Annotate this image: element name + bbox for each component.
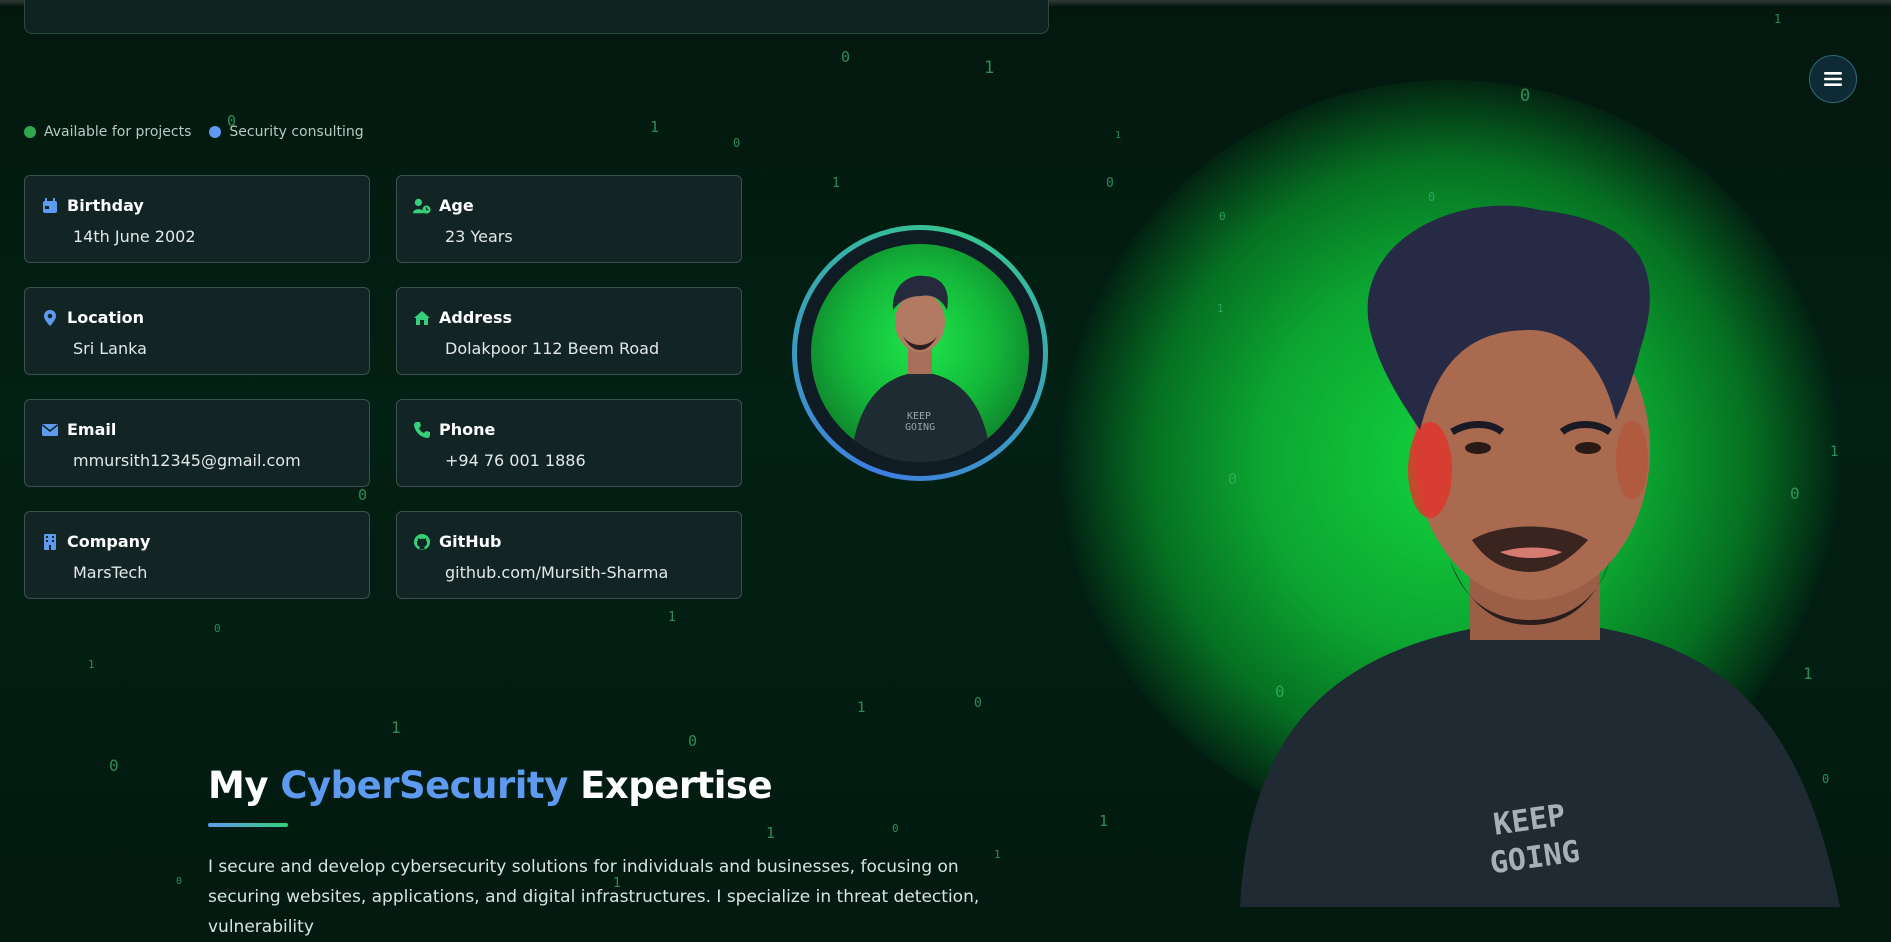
card-title: Email xyxy=(67,420,117,439)
card-value: mmursith12345@gmail.com xyxy=(73,451,301,470)
status-available: Available for projects xyxy=(24,124,191,140)
card-age: Age 23 Years xyxy=(396,175,742,263)
hero-portrait: KEEP GOING xyxy=(1240,205,1840,907)
status-label: Available for projects xyxy=(44,124,192,140)
card-email: Email mmursith12345@gmail.com xyxy=(24,399,370,487)
card-value: MarsTech xyxy=(73,563,148,582)
info-cards-grid: Birthday 14th June 2002 Age 23 Years Loc… xyxy=(24,175,744,599)
map-pin-icon xyxy=(44,309,56,326)
card-birthday: Birthday 14th June 2002 xyxy=(24,175,370,263)
card-value: Sri Lanka xyxy=(73,339,147,358)
heading-suffix: Expertise xyxy=(580,764,773,807)
hamburger-icon xyxy=(1824,72,1842,86)
card-title: Address xyxy=(439,308,513,327)
profile-avatar: KEEP GOING xyxy=(792,225,1048,481)
card-address: Address Dolakpoor 112 Beem Road xyxy=(396,287,742,375)
card-phone: Phone +94 76 001 1886 xyxy=(396,399,742,487)
home-icon xyxy=(414,310,430,325)
building-icon xyxy=(44,533,56,550)
card-location: Location Sri Lanka xyxy=(24,287,370,375)
status-row: Available for projects Security consulti… xyxy=(24,124,364,140)
svg-text:KEEP: KEEP xyxy=(907,411,931,422)
expertise-paragraph: I secure and develop cybersecurity solut… xyxy=(208,857,980,937)
phone-icon xyxy=(414,421,430,438)
status-consulting: Security consulting xyxy=(209,124,364,140)
card-value: 23 Years xyxy=(445,227,513,246)
card-title: Company xyxy=(67,532,151,551)
status-label: Security consulting xyxy=(229,124,364,140)
heading-prefix: My xyxy=(208,764,268,807)
card-value: Dolakpoor 112 Beem Road xyxy=(445,339,660,358)
github-icon xyxy=(414,533,430,550)
calendar-icon xyxy=(43,197,57,213)
card-title: Location xyxy=(67,308,144,327)
card-title: Phone xyxy=(439,420,496,439)
status-dot-green xyxy=(24,126,36,138)
top-card-partial xyxy=(24,0,1049,34)
status-dot-blue xyxy=(209,126,222,138)
heading-underline xyxy=(208,823,288,827)
card-title: GitHub xyxy=(439,532,502,551)
user-clock-icon xyxy=(413,198,431,214)
expertise-heading: My CyberSecurity Expertise xyxy=(208,764,773,807)
card-company: Company MarsTech xyxy=(24,511,370,599)
card-github: GitHub github.com/Mursith-Sharma xyxy=(396,511,742,599)
menu-button[interactable] xyxy=(1809,55,1857,103)
svg-text:GOING: GOING xyxy=(905,422,935,433)
card-value: 14th June 2002 xyxy=(73,227,196,246)
card-value: github.com/Mursith-Sharma xyxy=(445,563,669,582)
card-title: Age xyxy=(439,196,474,215)
heading-accent: CyberSecurity xyxy=(280,764,568,807)
card-title: Birthday xyxy=(67,196,144,215)
profile-photo: KEEP GOING xyxy=(811,244,1029,462)
envelope-icon xyxy=(42,423,58,436)
card-value: +94 76 001 1886 xyxy=(445,451,586,470)
